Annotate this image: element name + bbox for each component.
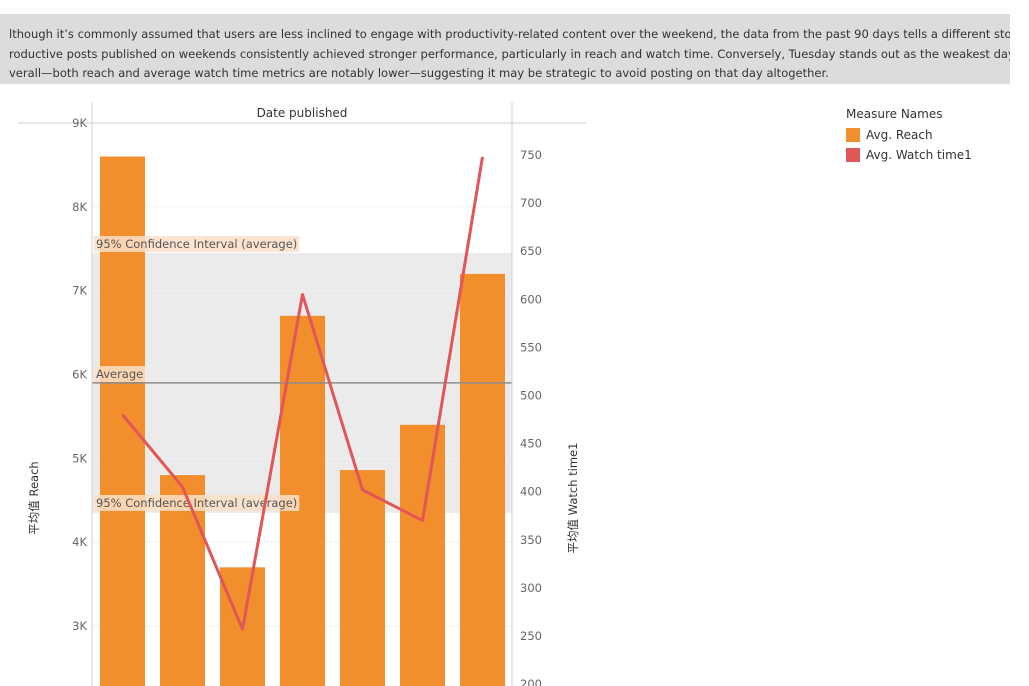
right-tick-500: 500 <box>520 389 542 403</box>
right-tick-700: 700 <box>520 196 542 210</box>
bar-reach-0 <box>100 156 145 686</box>
right-tick-400: 400 <box>520 485 542 499</box>
legend-label-watch-time: Avg. Watch time1 <box>866 148 972 162</box>
ci-upper-label: 95% Confidence Interval (average) <box>96 237 297 251</box>
right-tick-750: 750 <box>520 148 542 162</box>
left-tick-6K: 6K <box>72 368 87 382</box>
chart-header: Date published <box>257 106 348 120</box>
legend-swatch-watch-time <box>846 148 860 162</box>
left-axis-title: 平均值 Reach <box>27 461 41 534</box>
left-tick-4K: 4K <box>72 535 87 549</box>
left-tick-8K: 8K <box>72 200 87 214</box>
right-tick-300: 300 <box>520 581 542 595</box>
right-tick-200: 200 <box>520 677 542 686</box>
legend: Measure Names Avg. Reach Avg. Watch time… <box>846 107 972 165</box>
bar-reach-5 <box>400 424 445 686</box>
right-tick-650: 650 <box>520 244 542 258</box>
legend-title: Measure Names <box>846 107 943 121</box>
left-tick-3K: 3K <box>72 619 87 633</box>
legend-label-reach: Avg. Reach <box>866 128 933 142</box>
left-tick-9K: 9K <box>72 116 87 130</box>
right-tick-350: 350 <box>520 533 542 547</box>
right-tick-600: 600 <box>520 292 542 306</box>
right-axis-title: 平均值 Watch time1 <box>566 443 580 554</box>
reach-watchtime-chart: 95% Confidence Interval (average) Average… <box>18 102 586 686</box>
bar-reach-4 <box>340 470 385 686</box>
right-tick-450: 450 <box>520 437 542 451</box>
legend-swatch-reach <box>846 128 860 142</box>
bar-reach-6 <box>460 273 505 686</box>
legend-item-reach[interactable]: Avg. Reach <box>846 125 972 145</box>
right-tick-250: 250 <box>520 629 542 643</box>
left-tick-5K: 5K <box>72 451 87 465</box>
right-tick-550: 550 <box>520 340 542 354</box>
average-label: Average <box>96 367 143 381</box>
legend-item-watch-time[interactable]: Avg. Watch time1 <box>846 145 972 165</box>
left-tick-7K: 7K <box>72 284 87 298</box>
